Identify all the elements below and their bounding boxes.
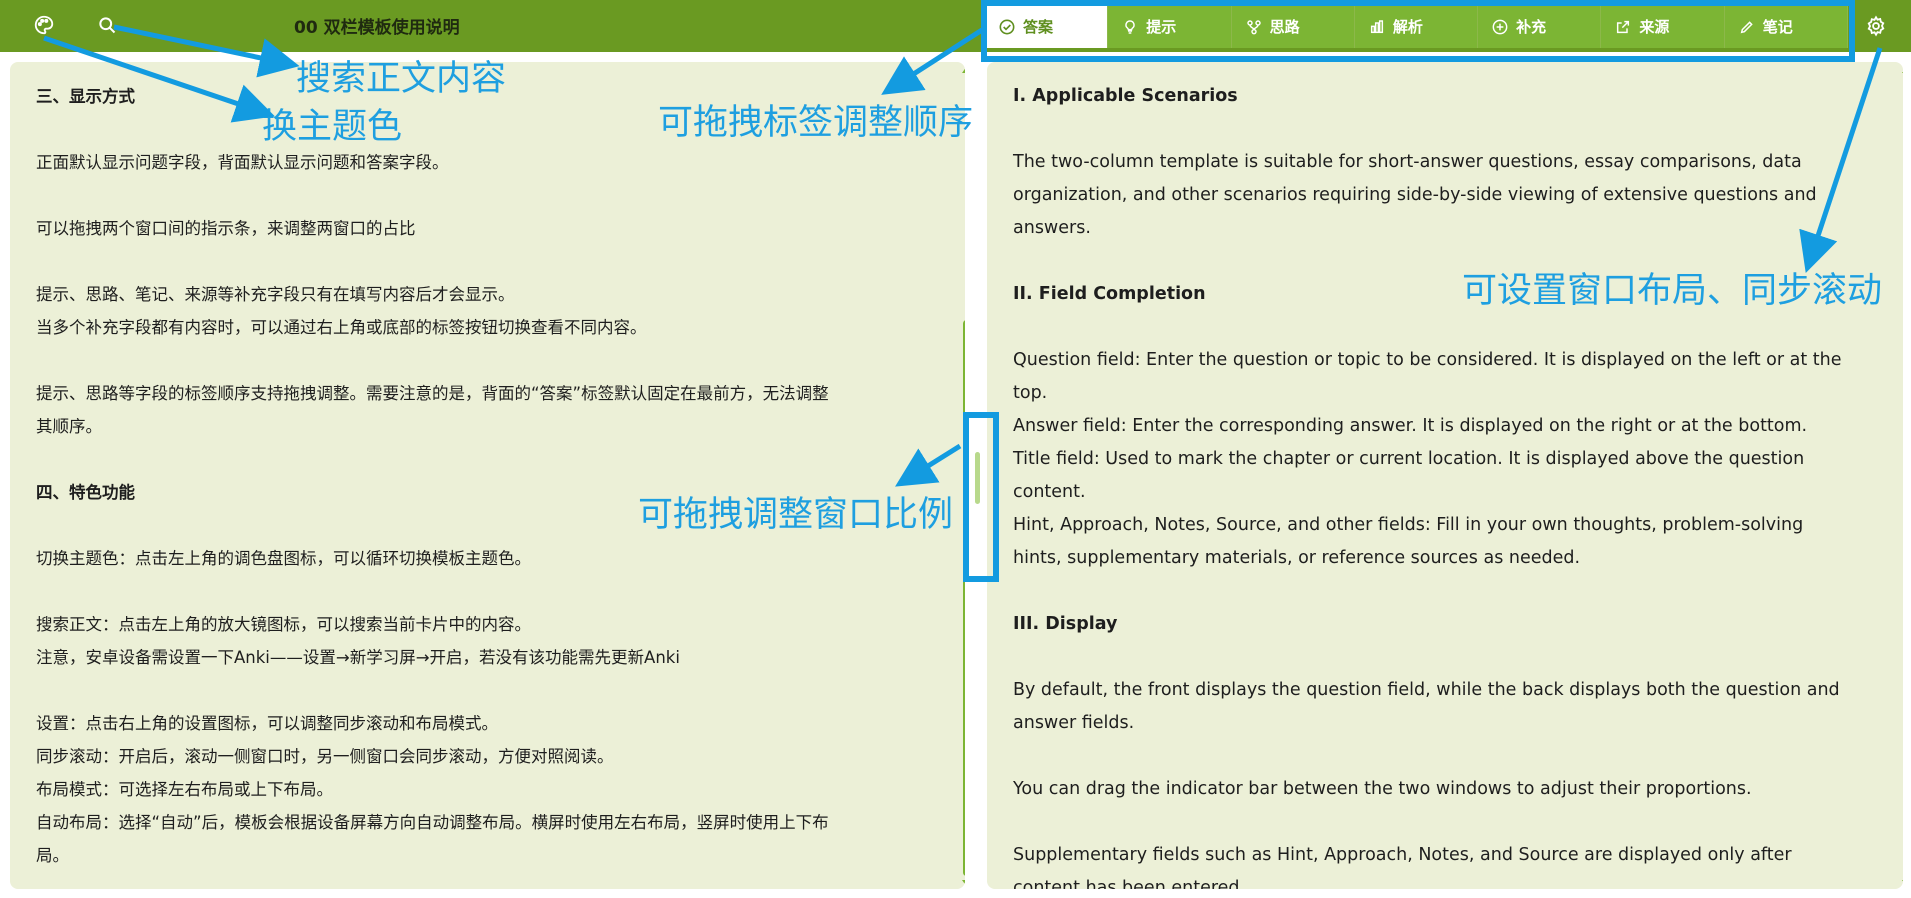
annotation-arrows [43, 24, 1883, 487]
